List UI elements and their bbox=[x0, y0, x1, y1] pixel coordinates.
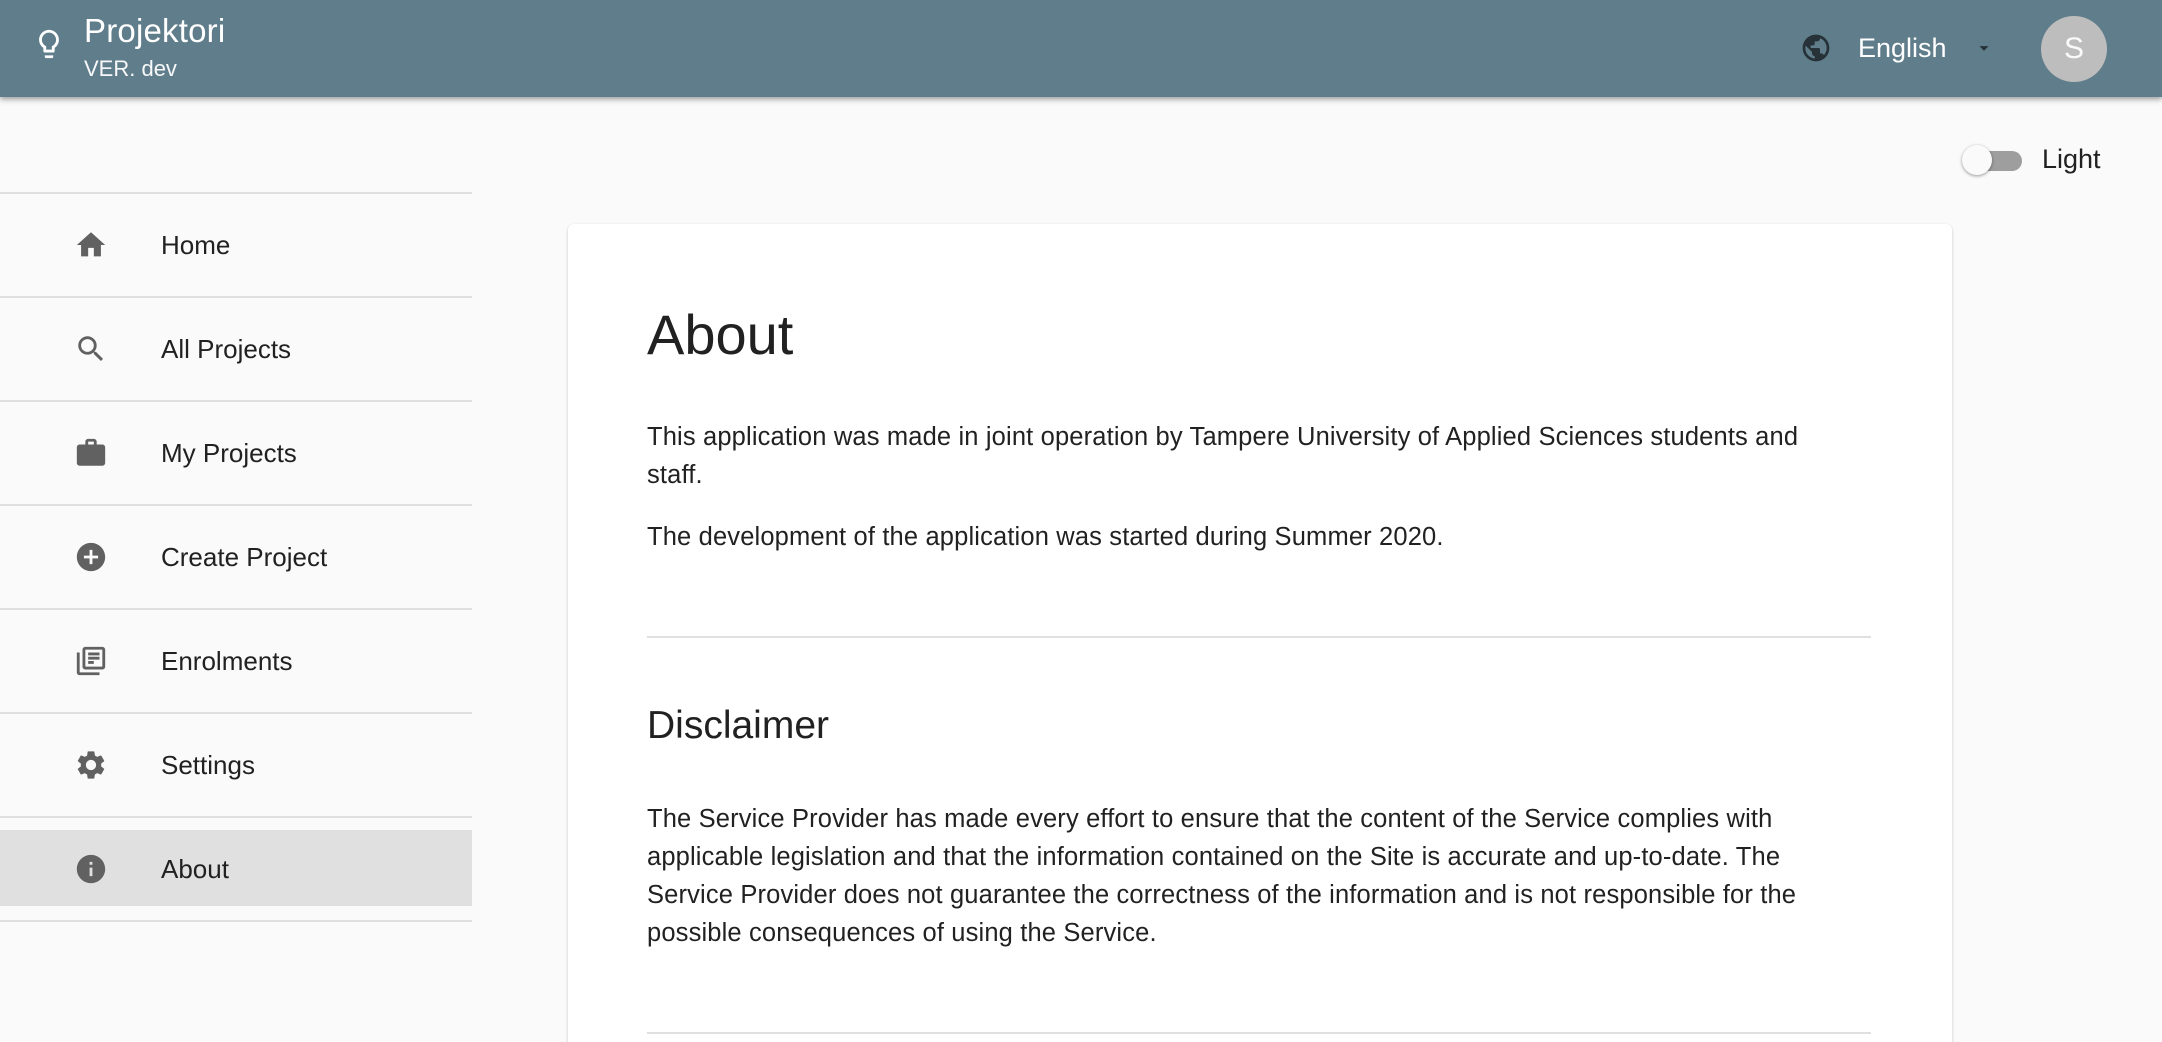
home-icon bbox=[76, 232, 106, 257]
app-title[interactable]: Projektori bbox=[84, 12, 225, 50]
about-paragraph-1: This application was made in joint opera… bbox=[647, 423, 1799, 489]
sidebar-item-label: Enrolments bbox=[161, 645, 293, 676]
gear-icon bbox=[77, 751, 105, 779]
sidebar-item-label: Settings bbox=[161, 749, 255, 780]
add-circle-icon bbox=[76, 542, 106, 572]
briefcase-icon bbox=[76, 438, 106, 466]
sidebar-item-create-project[interactable]: Create Project bbox=[0, 504, 472, 608]
sidebar-item-label: My Projects bbox=[161, 437, 297, 468]
language-label: English bbox=[1858, 32, 1947, 63]
sidebar-item-label: All Projects bbox=[161, 333, 292, 364]
section-divider bbox=[647, 636, 1871, 638]
app-version: VER. dev bbox=[84, 56, 177, 81]
info-icon bbox=[76, 854, 106, 884]
sidebar-divider bbox=[0, 920, 472, 922]
theme-toggle[interactable]: Light bbox=[1962, 144, 2101, 175]
theme-label: Light bbox=[2042, 144, 2101, 174]
sidebar-item-about[interactable]: About bbox=[0, 816, 472, 920]
language-selector[interactable]: English bbox=[1800, 26, 1995, 70]
sidebar-item-home[interactable]: Home bbox=[0, 192, 472, 296]
sidebar-item-label: About bbox=[161, 853, 229, 884]
about-paragraph-2: The development of the application was s… bbox=[647, 523, 1444, 551]
sidebar-item-all-projects[interactable]: All Projects bbox=[0, 296, 472, 400]
avatar[interactable]: S bbox=[2041, 16, 2107, 82]
disclaimer-title: Disclaimer bbox=[647, 704, 830, 747]
sidebar-item-settings[interactable]: Settings bbox=[0, 712, 472, 816]
caret-down-icon bbox=[1978, 46, 1989, 51]
section-divider bbox=[647, 1032, 1871, 1034]
sidebar-item-label: Create Project bbox=[161, 541, 328, 572]
app-bar: Projektori VER. dev English S bbox=[0, 0, 2162, 97]
page-title: About bbox=[647, 303, 794, 366]
sidebar-item-enrolments[interactable]: Enrolments bbox=[0, 608, 472, 712]
library-books-icon bbox=[76, 646, 106, 676]
search-icon bbox=[78, 336, 104, 362]
disclaimer-text: The Service Provider has made every effo… bbox=[647, 805, 1797, 947]
sidebar-item-label: Home bbox=[161, 229, 231, 260]
sidebar: Home All Projects My Projects Create Pro… bbox=[0, 192, 472, 922]
about-card: About This application was made in joint… bbox=[568, 224, 1952, 1042]
theme-switch[interactable] bbox=[1962, 144, 2022, 175]
sidebar-item-my-projects[interactable]: My Projects bbox=[0, 400, 472, 504]
globe-icon bbox=[1802, 34, 1830, 62]
lightbulb-icon bbox=[39, 29, 59, 59]
